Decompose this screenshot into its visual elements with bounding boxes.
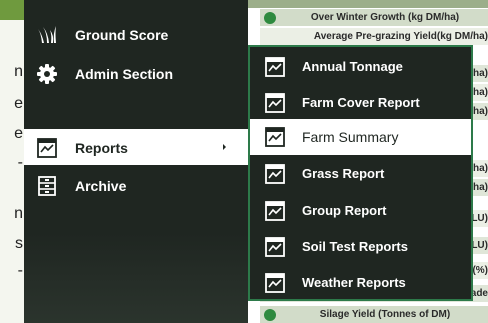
background-text-fragment: s [15, 235, 23, 252]
table-cell: LU) [471, 240, 488, 251]
report-icon [264, 56, 286, 78]
table-cell: ha) [473, 87, 488, 98]
sidebar-item-archive[interactable]: Archive [24, 167, 248, 203]
background-grass-image [0, 0, 24, 20]
sidebar-menu: Ground Score Admin Section Reports Archi… [24, 0, 248, 323]
sidebar-item-ground-score[interactable]: Ground Score [24, 16, 248, 52]
submenu-item-label: Farm Summary [302, 129, 399, 145]
gear-icon [36, 63, 58, 85]
table-cell: (%) [472, 265, 488, 276]
table-row: Over Winter Growth (kg DM/ha) [260, 9, 488, 27]
table-cell: ha) [473, 68, 488, 79]
submenu-item-grass-report[interactable]: Grass Report [250, 156, 471, 192]
background-photo-strip [248, 0, 488, 8]
sidebar-item-label: Admin Section [75, 66, 174, 82]
info-icon [264, 12, 276, 24]
submenu-item-label: Group Report [302, 203, 387, 218]
info-icon [264, 309, 276, 321]
background-page-left: n e e - n s - [0, 0, 24, 323]
table-row: Silage Yield (Tonnes of DM) [260, 306, 488, 323]
sidebar-item-admin-section[interactable]: Admin Section [24, 55, 248, 91]
sidebar-item-label: Ground Score [75, 27, 169, 43]
background-text-fragment: - [17, 154, 23, 171]
report-icon [264, 126, 286, 148]
submenu-item-weather-reports[interactable]: Weather Reports [250, 265, 471, 301]
table-cell: ha) [473, 163, 488, 174]
submenu-item-label: Grass Report [302, 166, 385, 181]
report-icon [264, 163, 286, 185]
submenu-item-soil-test-reports[interactable]: Soil Test Reports [250, 229, 471, 265]
submenu-item-annual-tonnage[interactable]: Annual Tonnage [250, 49, 471, 85]
table-cell: ade [470, 288, 488, 299]
table-row: Average Pre-grazing Yield(kg DM/ha) [260, 28, 488, 46]
background-text-fragment: - [17, 262, 23, 279]
background-text-fragment: e [14, 95, 23, 112]
chevron-right-icon [220, 141, 230, 153]
report-icon [264, 272, 286, 294]
report-icon [264, 236, 286, 258]
background-text-fragment: n [14, 205, 23, 222]
submenu-item-label: Annual Tonnage [302, 59, 403, 74]
sidebar-footer-gradient [24, 233, 248, 323]
table-cell: LU) [471, 213, 488, 224]
table-cell: Over Winter Growth (kg DM/ha) [310, 12, 460, 23]
table-cell: Average Pre-grazing Yield(kg DM/ha) [313, 31, 488, 42]
submenu-item-farm-cover-report[interactable]: Farm Cover Report [250, 85, 471, 121]
sidebar-item-label: Archive [75, 178, 127, 194]
archive-icon [36, 175, 58, 197]
submenu-item-group-report[interactable]: Group Report [250, 193, 471, 229]
submenu-item-farm-summary[interactable]: Farm Summary [250, 119, 471, 155]
sidebar-item-label: Reports [75, 140, 128, 156]
submenu-item-label: Farm Cover Report [302, 95, 420, 110]
submenu-item-label: Weather Reports [302, 275, 406, 290]
report-icon [36, 137, 58, 159]
table-cell: ha) [473, 106, 488, 117]
reports-submenu: Annual Tonnage Farm Cover Report Farm Su… [248, 45, 473, 301]
report-icon [264, 200, 286, 222]
report-icon [264, 92, 286, 114]
grass-logo-icon [36, 24, 58, 46]
submenu-item-label: Soil Test Reports [302, 239, 408, 254]
background-text-fragment: e [14, 125, 23, 142]
table-cell: ha) [473, 182, 488, 193]
table-cell: Silage Yield (Tonnes of DM) [319, 309, 451, 320]
background-text-fragment: n [14, 63, 23, 80]
sidebar-item-reports[interactable]: Reports [24, 129, 248, 165]
